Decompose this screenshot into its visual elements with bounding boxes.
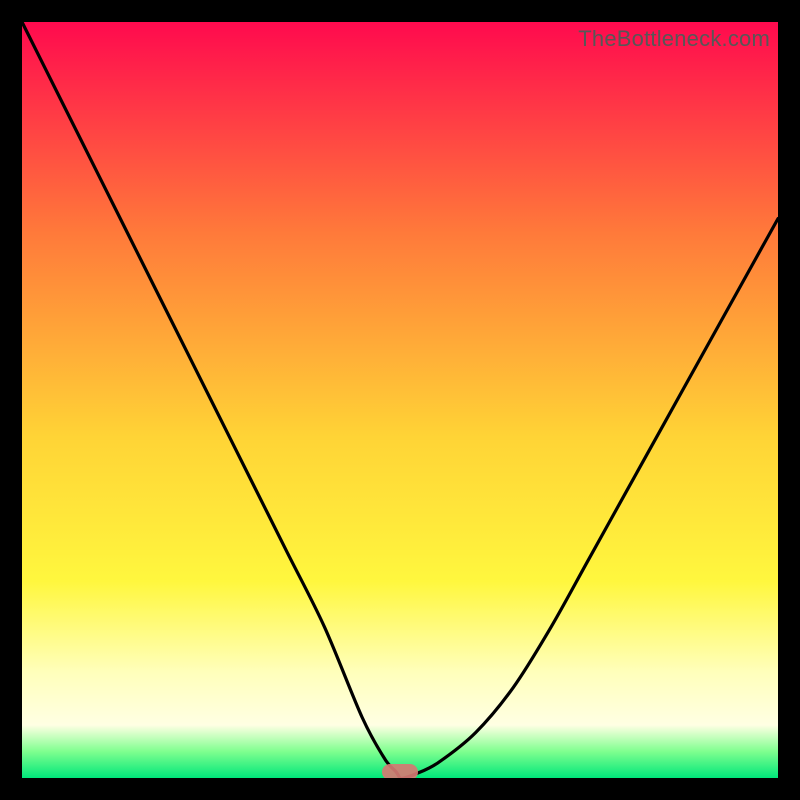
bottleneck-curve: [22, 22, 778, 778]
plot-area: TheBottleneck.com: [22, 22, 778, 778]
watermark-text: TheBottleneck.com: [578, 26, 770, 52]
chart-frame: TheBottleneck.com: [0, 0, 800, 800]
minimum-marker: [382, 764, 418, 778]
